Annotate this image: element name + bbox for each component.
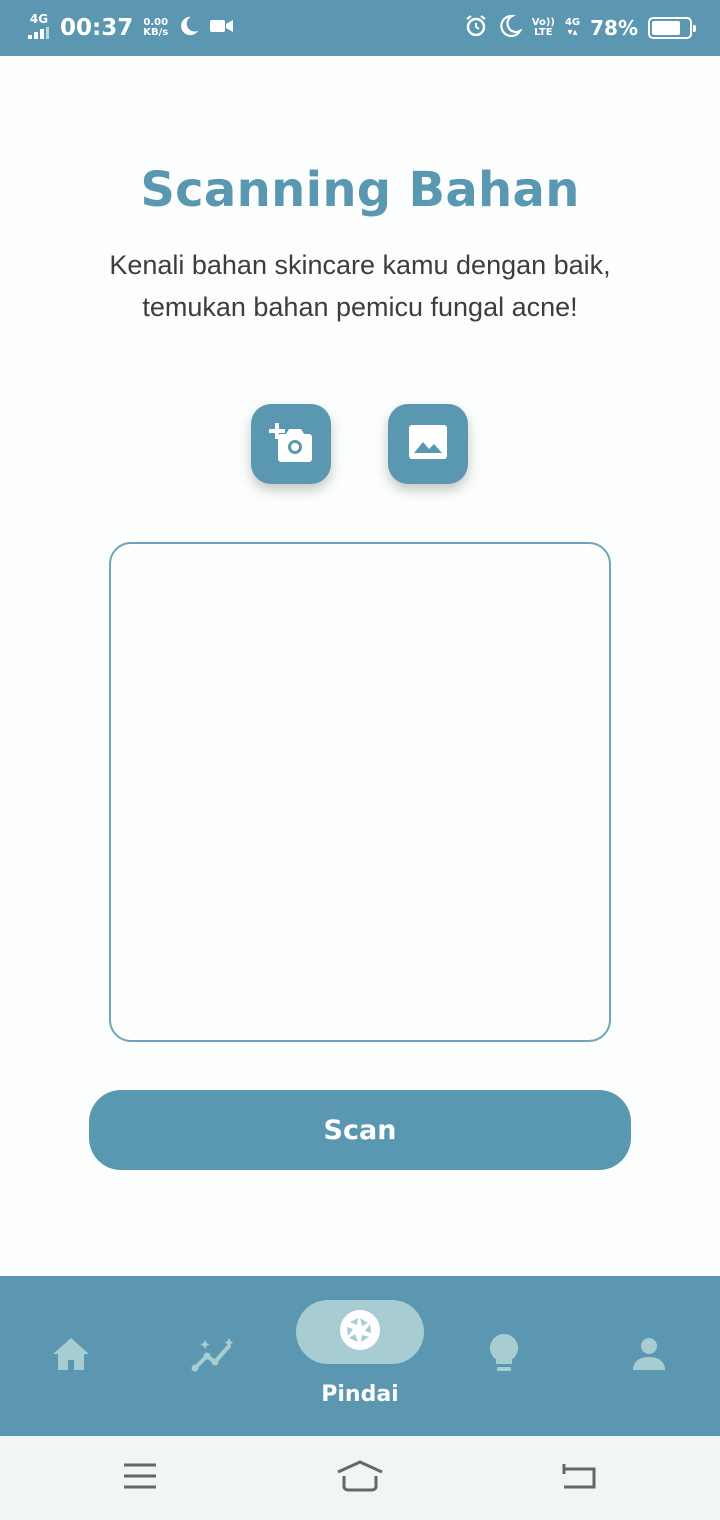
network-type: 4G bbox=[29, 11, 49, 26]
nav-scan[interactable] bbox=[296, 1300, 424, 1364]
progress-chart-icon bbox=[191, 1336, 239, 1376]
nav-profile[interactable] bbox=[594, 1276, 704, 1436]
camera-shutter-icon bbox=[339, 1309, 381, 1355]
alarm-icon bbox=[464, 14, 488, 42]
pick-image-button[interactable] bbox=[388, 404, 468, 484]
battery-icon bbox=[648, 17, 696, 39]
add-camera-icon bbox=[267, 420, 315, 468]
image-preview-area bbox=[109, 542, 611, 1042]
moon-icon bbox=[498, 14, 523, 42]
nav-home[interactable] bbox=[16, 1276, 126, 1436]
network-type-2: 4G ▾▴ bbox=[564, 17, 581, 38]
video-record-icon bbox=[210, 17, 234, 39]
take-photo-button[interactable] bbox=[251, 404, 331, 484]
page-title: Scanning Bahan bbox=[140, 162, 580, 218]
recent-apps-button[interactable] bbox=[80, 1436, 200, 1520]
menu-icon bbox=[122, 1462, 158, 1494]
battery-percent: 78% bbox=[590, 16, 638, 40]
home-outline-icon bbox=[335, 1459, 385, 1497]
home-button[interactable] bbox=[300, 1436, 420, 1520]
page-description: Kenali bahan skincare kamu dengan baik, … bbox=[109, 250, 611, 322]
back-button[interactable] bbox=[520, 1436, 640, 1520]
network-speed: 0.00 KB/s bbox=[143, 17, 169, 38]
back-icon bbox=[560, 1460, 600, 1496]
signal-icon: 4G bbox=[28, 11, 50, 43]
nav-tips[interactable] bbox=[449, 1276, 559, 1436]
scan-button[interactable]: Scan bbox=[89, 1090, 631, 1170]
moon-icon bbox=[178, 15, 200, 41]
home-icon bbox=[51, 1336, 91, 1376]
nav-progress[interactable] bbox=[160, 1276, 270, 1436]
person-icon bbox=[631, 1336, 667, 1376]
image-gallery-icon bbox=[409, 425, 447, 463]
system-navigation-bar bbox=[0, 1436, 720, 1520]
bottom-navigation: Pindai bbox=[0, 1276, 720, 1436]
status-bar: 4G 00:37 0.00 KB/s Vo)) LTE 4G ▾▴ 78% bbox=[0, 0, 720, 56]
nav-scan-label: Pindai bbox=[321, 1382, 399, 1407]
lightbulb-icon bbox=[488, 1332, 520, 1380]
clock: 00:37 bbox=[60, 15, 134, 41]
volte-indicator: Vo)) LTE bbox=[531, 17, 555, 38]
